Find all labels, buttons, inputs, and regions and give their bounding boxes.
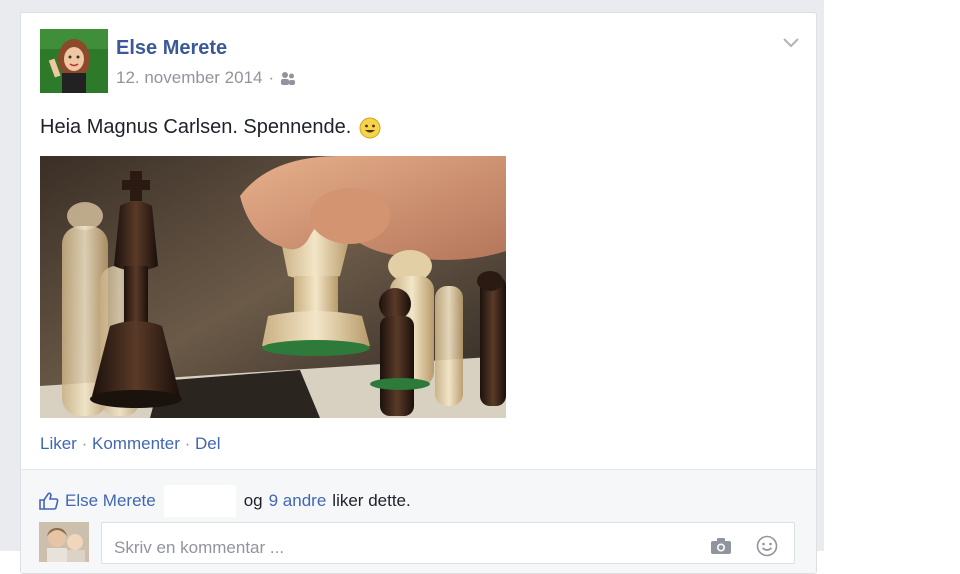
actions-separator: · — [184, 434, 191, 453]
meta-separator: · — [268, 68, 275, 87]
likes-section: Else Merete og 9 andre liker dette. — [21, 469, 816, 573]
comment-box — [101, 522, 795, 564]
smiley-emoji-icon — [359, 117, 381, 138]
redacted-name — [163, 485, 236, 517]
likes-suffix: liker dette. — [332, 491, 411, 510]
chevron-down-icon[interactable] — [782, 35, 800, 49]
post-meta: 12. november 2014 · — [116, 68, 296, 88]
actions-separator: · — [81, 434, 88, 453]
thumbs-up-icon — [39, 492, 59, 510]
comment-input[interactable] — [112, 533, 676, 563]
post-actions: Liker · Kommenter · Del — [40, 434, 221, 454]
author-avatar[interactable] — [40, 29, 108, 93]
liker-name[interactable]: Else Merete — [65, 491, 156, 511]
comment-link[interactable]: Kommenter — [92, 434, 180, 453]
share-link[interactable]: Del — [195, 434, 221, 453]
likes-summary: Else Merete og 9 andre liker dette. — [39, 485, 411, 517]
emoji-icon[interactable] — [756, 535, 778, 557]
commenter-avatar — [39, 522, 89, 562]
like-link[interactable]: Liker — [40, 434, 77, 453]
post-card: Else Merete 12. november 2014 · Heia Mag… — [20, 12, 817, 574]
post-text: Heia Magnus Carlsen. Spennende. — [40, 116, 381, 139]
camera-icon[interactable] — [710, 537, 732, 555]
friends-icon[interactable] — [280, 71, 296, 85]
likes-conjunction: og — [243, 491, 263, 510]
author-name[interactable]: Else Merete — [116, 37, 227, 60]
post-text-content: Heia Magnus Carlsen. Spennende. — [40, 116, 352, 138]
post-date[interactable]: 12. november 2014 — [116, 68, 263, 88]
others-link[interactable]: 9 andre — [269, 491, 327, 511]
chess-pieces-photo[interactable] — [40, 156, 506, 418]
